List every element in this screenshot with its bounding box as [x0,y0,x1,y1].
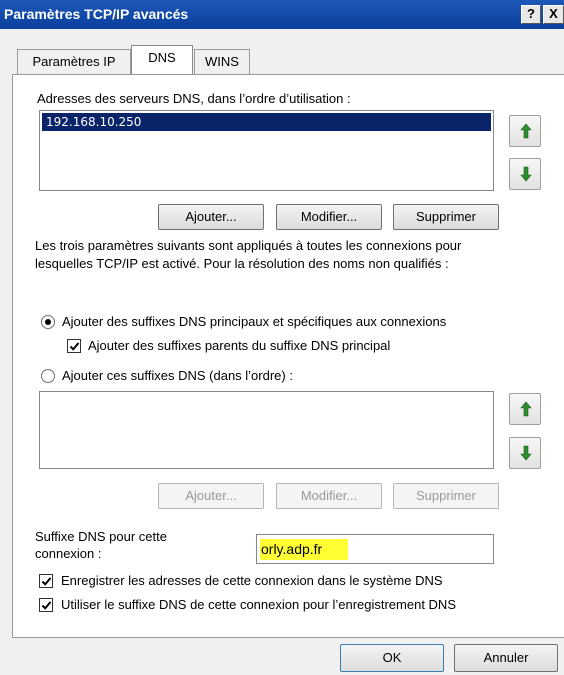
arrow-up-icon [520,123,532,139]
dialog-footer: OK Annuler [0,638,564,675]
tab-strip: Paramètres IP DNS WINS [0,29,564,75]
radio-custom-suffixes-label: Ajouter ces suffixes DNS (dans l’ordre) … [62,368,293,383]
dns-servers-list[interactable]: 192.168.10.250 [39,110,494,191]
close-button[interactable]: X [543,5,564,24]
dns-tab-panel: Adresses des serveurs DNS, dans l’ordre … [12,74,564,638]
arrow-up-icon [520,401,532,417]
register-addresses-label: Enregistrer les adresses de cette connex… [61,573,443,588]
ok-button[interactable]: OK [340,644,444,672]
dns-servers-label: Adresses des serveurs DNS, dans l’ordre … [37,91,351,106]
window-title: Paramètres TCP/IP avancés [4,6,189,22]
move-down-button[interactable] [509,158,541,190]
check-icon [69,342,80,351]
info-text-line1: Les trois paramètres suivants sont appli… [35,238,462,253]
tab-dns[interactable]: DNS [131,45,193,74]
suffix-list[interactable] [39,391,494,469]
modify-suffix-button[interactable]: Modifier... [276,483,382,509]
check-icon [41,601,52,610]
title-bar: Paramètres TCP/IP avancés ? X [0,0,564,29]
help-button[interactable]: ? [521,5,541,24]
cancel-button[interactable]: Annuler [454,644,558,672]
move-up-button[interactable] [509,115,541,147]
connection-suffix-value: orly.adp.fr [260,539,348,560]
tab-wins[interactable]: WINS [194,49,250,74]
checkbox-parent-suffixes-label: Ajouter des suffixes parents du suffixe … [88,338,391,353]
add-suffix-button[interactable]: Ajouter... [158,483,264,509]
add-dns-server-button[interactable]: Ajouter... [158,204,264,230]
connection-suffix-label-line2: connexion : [35,546,102,561]
radio-primary-suffixes[interactable] [41,315,55,329]
suffix-move-down-button[interactable] [509,437,541,469]
remove-suffix-button[interactable]: Supprimer [393,483,499,509]
arrow-down-icon [520,166,532,182]
checkbox-register-addresses[interactable] [39,574,53,588]
list-item[interactable]: 192.168.10.250 [42,113,491,131]
advanced-tcpip-dialog: Paramètres TCP/IP avancés ? X Paramètres… [0,0,564,675]
connection-suffix-label-line1: Suffixe DNS pour cette [35,529,167,544]
tab-ip-settings[interactable]: Paramètres IP [17,49,131,74]
check-icon [41,577,52,586]
use-connection-suffix-label: Utiliser le suffixe DNS de cette connexi… [61,597,456,612]
checkbox-parent-suffixes[interactable] [67,339,81,353]
suffix-move-up-button[interactable] [509,393,541,425]
info-text-line2: lesquelles TCP/IP est activé. Pour la ré… [35,256,449,271]
connection-suffix-input[interactable]: orly.adp.fr [256,534,494,564]
remove-dns-server-button[interactable]: Supprimer [393,204,499,230]
checkbox-use-connection-suffix[interactable] [39,598,53,612]
modify-dns-server-button[interactable]: Modifier... [276,204,382,230]
arrow-down-icon [520,445,532,461]
radio-custom-suffixes[interactable] [41,369,55,383]
radio-primary-suffixes-label: Ajouter des suffixes DNS principaux et s… [62,314,447,329]
